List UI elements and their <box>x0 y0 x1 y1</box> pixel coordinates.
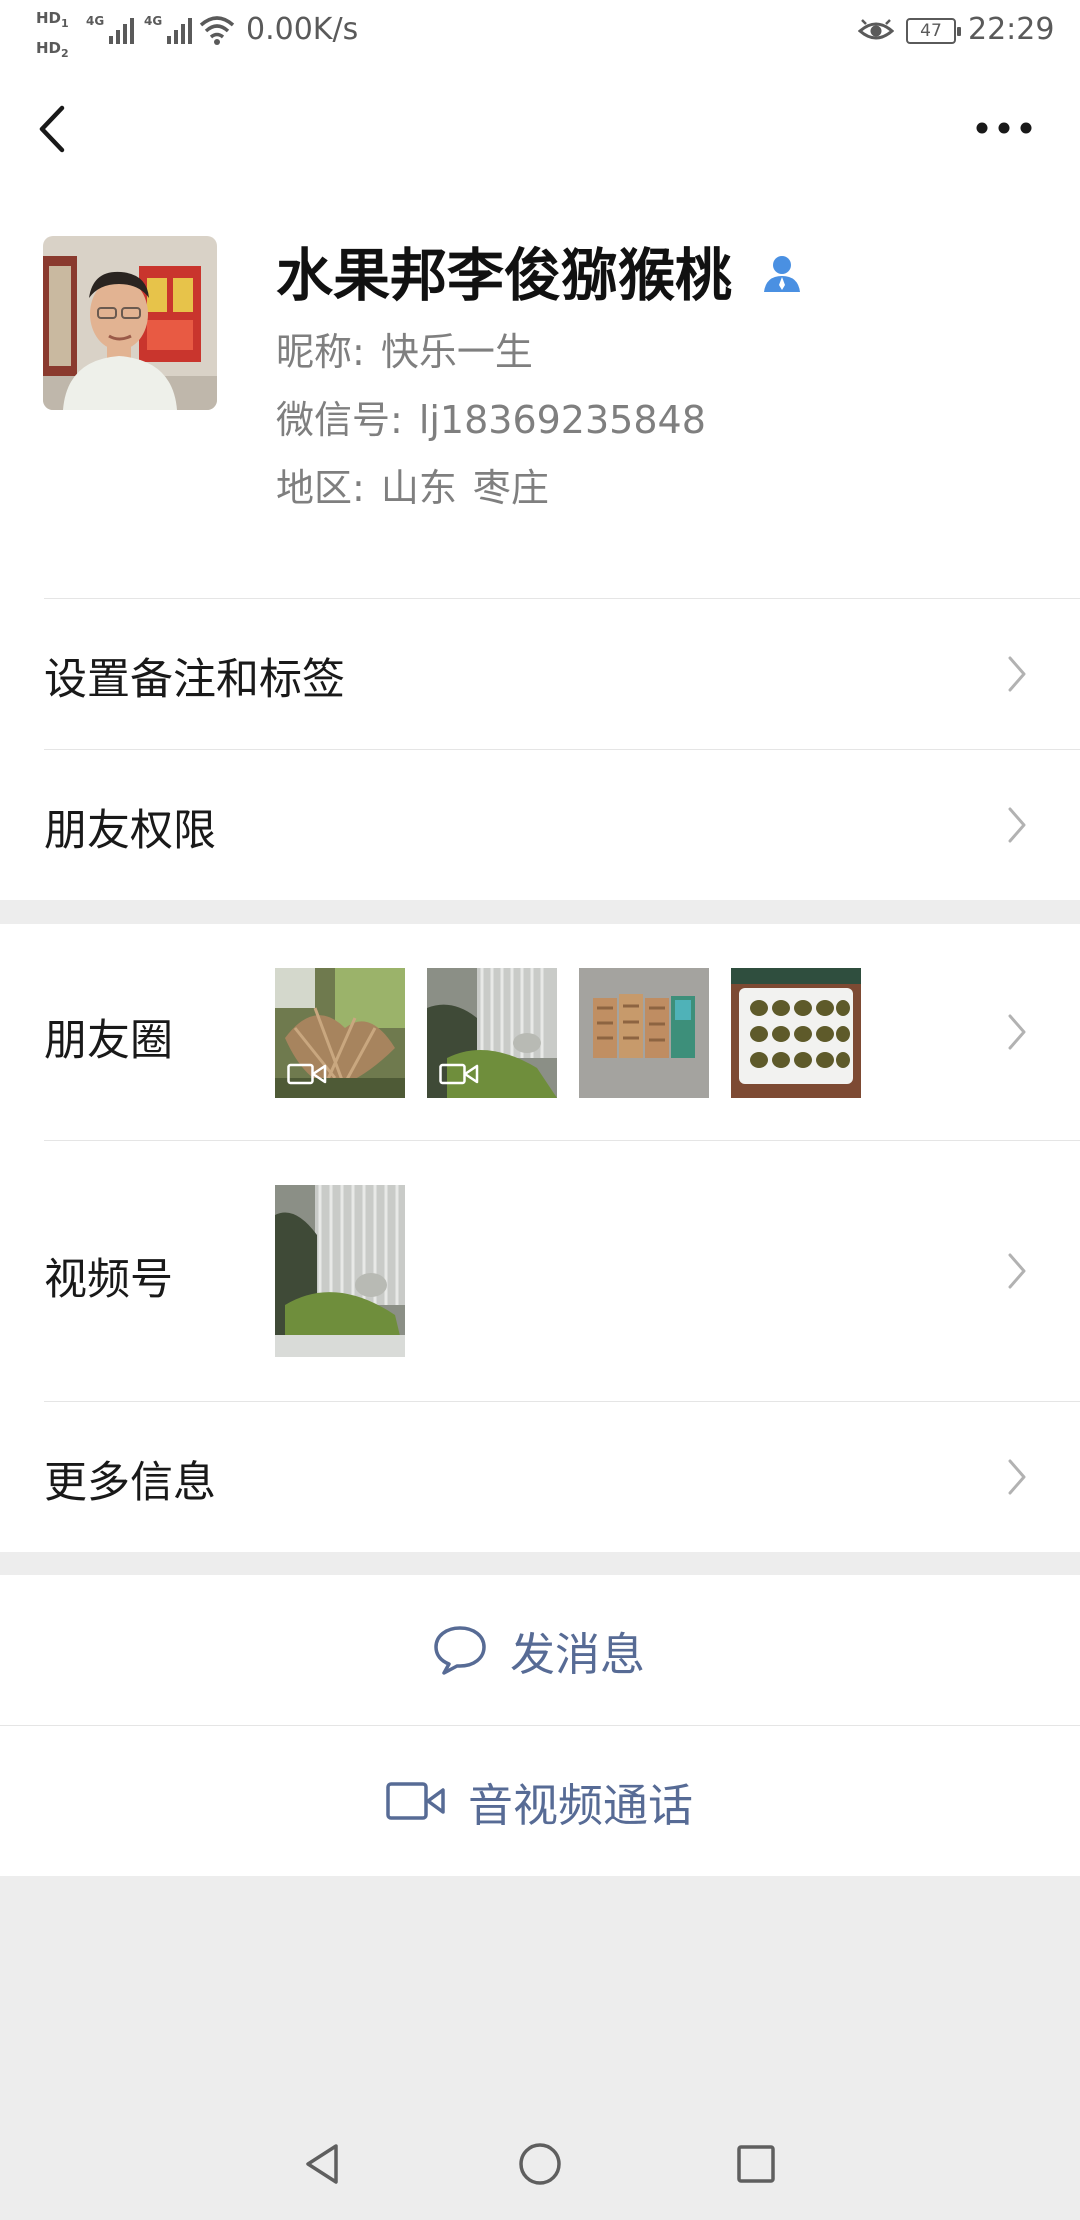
video-camera-icon <box>439 1063 479 1085</box>
video-call-content: 音视频通话 <box>386 1726 693 1876</box>
moments-thumbnail <box>731 968 861 1098</box>
wechat-id-value: lj18369235848 <box>418 398 706 442</box>
nickname-value: 快乐一生 <box>380 330 533 374</box>
remark-tags-row[interactable]: 设置备注和标签 <box>0 599 1080 749</box>
video-camera-icon <box>287 1063 327 1085</box>
moments-label: 朋友圈 <box>44 1016 173 1066</box>
region-city: 枣庄 <box>472 466 549 510</box>
status-bar: HD1 HD2 4G 4G 0.00K/s 47 22:29 <box>0 0 1080 64</box>
moments-photo-kiwis <box>731 968 861 1098</box>
chevron-right-icon <box>1008 1014 1026 1050</box>
region-province: 山东 <box>380 466 457 510</box>
nav-home-icon[interactable] <box>518 2142 562 2186</box>
nav-back-icon[interactable] <box>302 2142 342 2186</box>
channels-row[interactable]: 视频号 <box>0 1141 1080 1401</box>
moments-thumbnail <box>579 968 709 1098</box>
video-call-label: 音视频通话 <box>468 1778 694 1832</box>
moments-thumbnail <box>427 968 557 1098</box>
chevron-right-icon <box>1008 1253 1026 1289</box>
avatar-photo <box>43 236 217 410</box>
video-camera-icon <box>386 1782 445 1820</box>
video-call-button[interactable]: 音视频通话 <box>0 1726 1080 1876</box>
contact-person-icon <box>764 256 800 292</box>
send-message-button[interactable]: 发消息 <box>0 1575 1080 1725</box>
more-info-label: 更多信息 <box>44 1458 216 1508</box>
network-speed: 0.00K/s <box>246 12 359 47</box>
wechat-id-line: 微信号: lj18369235848 <box>276 394 706 446</box>
chevron-right-icon <box>1008 1459 1026 1495</box>
signal-icon: 4G <box>86 14 135 44</box>
nav-recents-icon[interactable] <box>736 2144 776 2184</box>
more-dots-icon[interactable] <box>972 106 1036 150</box>
remark-tags-label: 设置备注和标签 <box>44 655 345 705</box>
hd-1-label: HD <box>36 9 62 27</box>
send-message-label: 发消息 <box>510 1627 646 1681</box>
channels-label: 视频号 <box>44 1255 173 1305</box>
moments-thumbnail <box>275 968 405 1098</box>
network-type-2: 4G <box>144 14 163 28</box>
chevron-right-icon <box>1008 807 1026 843</box>
battery-icon: 47 <box>906 18 961 44</box>
hd-2-label: HD <box>36 39 62 57</box>
battery-level: 47 <box>920 21 942 41</box>
region-line: 地区: 山东 枣庄 <box>276 462 549 514</box>
system-navigation-bar <box>0 2100 1080 2220</box>
wifi-icon <box>199 16 235 45</box>
moments-photo-boxes <box>579 968 709 1098</box>
profile-name: 水果邦李俊猕猴桃 <box>276 243 732 309</box>
more-info-row[interactable]: 更多信息 <box>0 1402 1080 1552</box>
chat-bubble-icon <box>434 1626 486 1675</box>
nickname-line: 昵称: 快乐一生 <box>276 326 533 378</box>
channels-photo-waterfall <box>275 1185 405 1357</box>
eye-icon <box>858 19 894 40</box>
hd-indicator: HD1 HD2 <box>36 9 69 60</box>
channels-thumbnail <box>275 1185 405 1357</box>
friend-permissions-label: 朋友权限 <box>44 806 216 856</box>
clock: 22:29 <box>968 12 1055 47</box>
wechat-id-label: 微信号: <box>276 398 403 442</box>
signal-icon-2: 4G <box>144 14 193 44</box>
network-type-1: 4G <box>86 14 105 28</box>
chevron-left-icon[interactable] <box>30 96 80 162</box>
region-label: 地区: <box>276 466 365 510</box>
nickname-label: 昵称: <box>276 330 365 374</box>
avatar[interactable] <box>43 236 217 410</box>
friend-permissions-row[interactable]: 朋友权限 <box>0 750 1080 900</box>
moments-row[interactable]: 朋友圈 <box>0 924 1080 1140</box>
send-message-content: 发消息 <box>432 1575 645 1725</box>
chevron-right-icon <box>1008 656 1026 692</box>
